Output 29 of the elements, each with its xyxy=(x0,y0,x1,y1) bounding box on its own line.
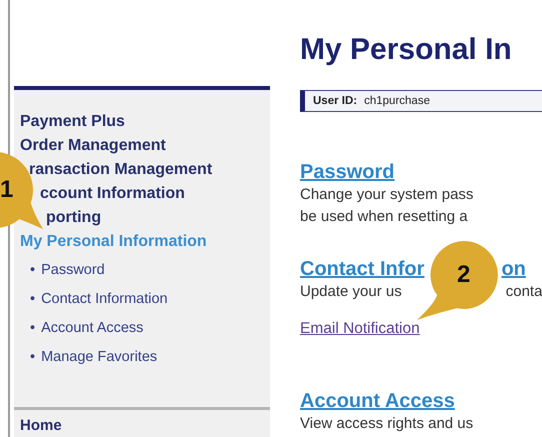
callout-number: 2 xyxy=(457,261,470,289)
page-title: My Personal In xyxy=(300,32,513,68)
sidebar-sublink[interactable]: Password xyxy=(41,256,105,285)
bullet-icon: • xyxy=(30,256,36,285)
user-id-value: ch1purchase xyxy=(364,95,430,107)
sidebar-link[interactable]: ccount Information xyxy=(40,182,185,206)
sidebar-sublink[interactable]: Account Access xyxy=(41,314,144,343)
sidebar-link[interactable]: Payment Plus xyxy=(20,110,125,134)
description-text: View access rights and us xyxy=(300,414,474,434)
callout-number: 1 xyxy=(0,176,14,204)
section-heading-link[interactable]: Password xyxy=(300,160,394,184)
description-text: be used when resetting a xyxy=(300,207,468,227)
bullet-icon: • xyxy=(30,314,36,343)
home-link[interactable]: Home xyxy=(14,407,270,437)
sidebar-link[interactable]: porting xyxy=(46,206,102,230)
description-text: Change your system pass xyxy=(300,185,474,205)
sidebar-link[interactable]: Order Management xyxy=(20,134,166,158)
user-id-label: User ID: xyxy=(313,95,358,107)
section-heading-link[interactable]: on xyxy=(501,257,526,281)
sidebar-sublink[interactable]: Manage Favorites xyxy=(41,343,158,372)
section-heading-link[interactable]: Contact Infor xyxy=(300,257,424,281)
bullet-icon: • xyxy=(30,343,36,372)
email-notification-link[interactable]: Email Notification xyxy=(300,319,420,339)
section-heading-link[interactable]: Account Access xyxy=(300,389,455,413)
sidebar-sublink[interactable]: Contact Information xyxy=(41,285,168,314)
bullet-icon: • xyxy=(30,285,36,314)
sidebar-link[interactable]: ransaction Management xyxy=(29,158,212,182)
description-text: conta xyxy=(506,282,542,302)
description-text: Update your us xyxy=(300,282,402,302)
